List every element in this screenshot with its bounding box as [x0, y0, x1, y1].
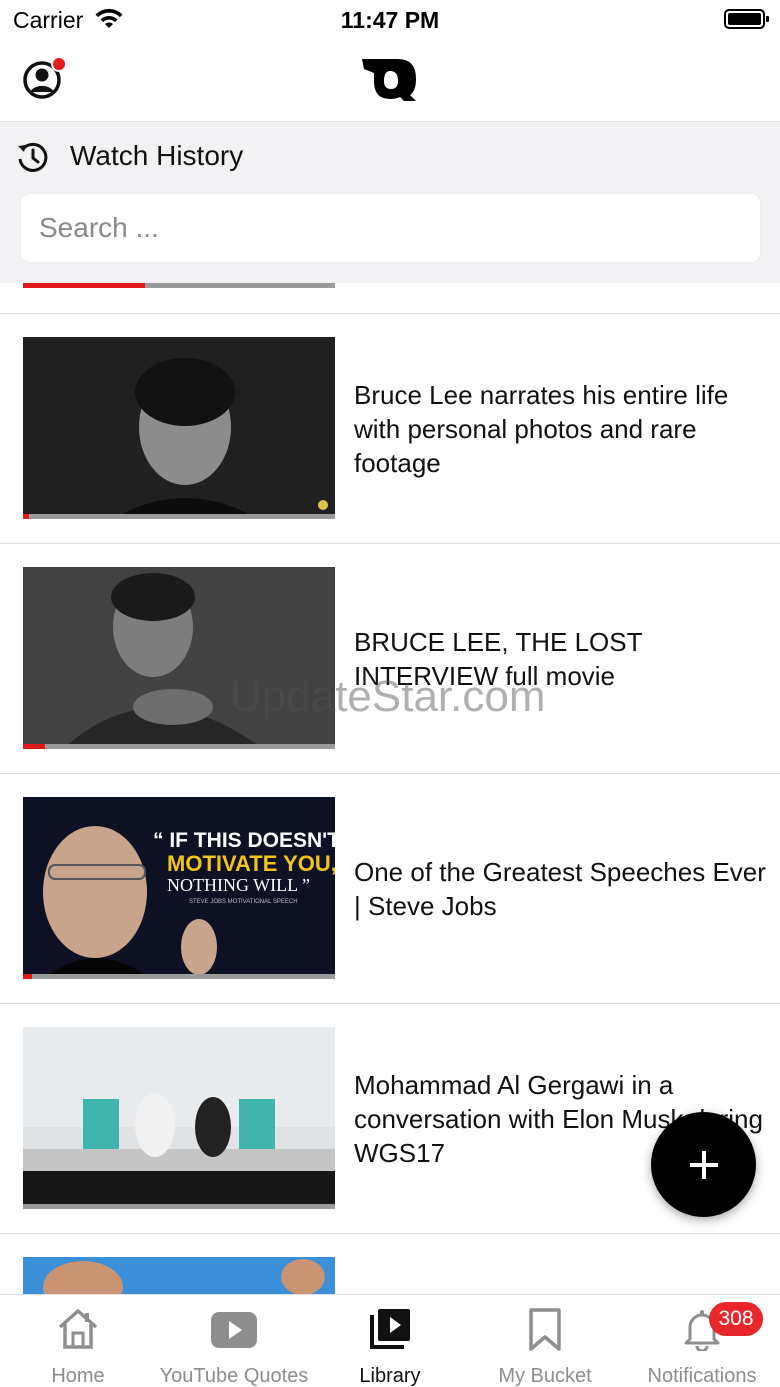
- tab-bar: Home YouTube Quotes Library My Bucket No…: [0, 1294, 780, 1387]
- history-clock-icon: [18, 142, 48, 172]
- watch-progress-fill: [23, 744, 45, 749]
- video-list-item[interactable]: Mohammad Al Gergawi in a conversation wi…: [0, 1004, 780, 1234]
- add-fab-button[interactable]: [651, 1112, 756, 1217]
- thumbnail-subtitle: STEVE JOBS MOTIVATIONAL SPEECH: [189, 899, 298, 905]
- tab-label: Home: [51, 1365, 105, 1387]
- video-list-item[interactable]: “ IF THIS DOESN'T MOTIVATE YOU, NOTHING …: [0, 774, 780, 1004]
- thumbnail-quote-line3: NOTHING WILL ”: [167, 875, 310, 895]
- video-list-item[interactable]: Bruce Lee narrates his entire life with …: [0, 314, 780, 544]
- watch-progress-fill: [23, 514, 30, 519]
- watermark: UpdateStar.com: [230, 672, 546, 721]
- tab-label: YouTube Quotes: [159, 1365, 309, 1387]
- watch-progress-bar: [23, 974, 335, 979]
- bookmark-icon: [529, 1308, 561, 1351]
- notifications-badge: 308: [709, 1302, 763, 1336]
- thumbnail-quote-line1: “ IF THIS DOESN'T: [153, 829, 335, 852]
- plus-icon: [689, 1150, 718, 1179]
- watch-history-title: Watch History: [70, 140, 244, 171]
- watch-progress-bar: [23, 1204, 335, 1209]
- video-thumbnail[interactable]: [23, 1257, 335, 1294]
- search-input[interactable]: [21, 194, 760, 262]
- library-playlist-icon: [370, 1309, 410, 1349]
- tab-my-bucket[interactable]: My Bucket: [480, 1295, 610, 1387]
- video-title[interactable]: BRUCE LEE, THE LOST INTERVIEW full movie: [354, 544, 774, 774]
- search-box: [20, 193, 761, 263]
- partial-list-item[interactable]: [0, 283, 780, 314]
- video-list-item[interactable]: [0, 1234, 780, 1294]
- tab-home[interactable]: Home: [18, 1295, 138, 1387]
- tab-label: Notifications: [647, 1365, 757, 1387]
- watch-progress-bar: [23, 514, 335, 519]
- app-header: [0, 40, 780, 122]
- video-title[interactable]: Bruce Lee narrates his entire life with …: [354, 314, 774, 544]
- app-logo-icon: [362, 59, 416, 101]
- video-title[interactable]: One of the Greatest Speeches Ever | Stev…: [354, 774, 774, 1004]
- tab-library[interactable]: Library: [330, 1295, 450, 1387]
- clock-time: 11:47 PM: [340, 7, 440, 33]
- user-circle-icon[interactable]: [20, 56, 68, 102]
- home-icon: [58, 1309, 98, 1349]
- youtube-play-icon: [211, 1312, 257, 1348]
- watch-progress-fill: [23, 974, 33, 979]
- watch-progress-bar: [23, 744, 335, 749]
- video-list-item[interactable]: BRUCE LEE, THE LOST INTERVIEW full movie: [0, 544, 780, 774]
- watch-progress-bar: [23, 283, 335, 288]
- watch-progress-fill: [23, 283, 145, 288]
- thumbnail-quote-line2: MOTIVATE YOU,: [167, 851, 335, 876]
- video-thumbnail[interactable]: “ IF THIS DOESN'T MOTIVATE YOU, NOTHING …: [23, 797, 335, 979]
- watch-history-panel: Watch History: [0, 122, 780, 283]
- tab-label: Library: [359, 1365, 421, 1387]
- video-thumbnail[interactable]: [23, 337, 335, 519]
- battery-icon: [724, 9, 769, 29]
- video-thumbnail[interactable]: [23, 1027, 335, 1209]
- status-bar: Carrier 11:47 PM: [0, 0, 780, 40]
- tab-label: My Bucket: [498, 1365, 592, 1387]
- tab-youtube-quotes[interactable]: YouTube Quotes: [148, 1295, 320, 1387]
